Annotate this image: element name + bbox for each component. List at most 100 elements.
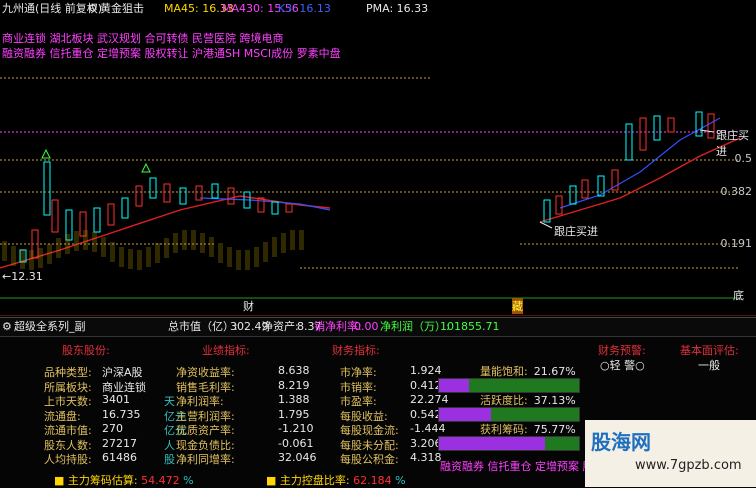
volume-shade xyxy=(290,230,295,250)
control-unit: % xyxy=(395,474,406,487)
candlestick xyxy=(179,187,187,205)
info-label: 品种类型: xyxy=(44,366,92,379)
metric-bar-fill xyxy=(439,408,491,421)
watermark: 股海网 www.7gpzb.com xyxy=(585,420,756,487)
info-label: 市净率: xyxy=(340,366,377,379)
volume-shade xyxy=(173,233,178,253)
volume-shade xyxy=(20,249,25,269)
volume-shade xyxy=(182,230,187,250)
info-value: 270 xyxy=(102,422,123,435)
info-label: 销售毛利率: xyxy=(176,380,235,394)
info-value: 1.924 xyxy=(410,364,442,377)
info-label: 上市天数: xyxy=(44,395,92,408)
control-value: 62.184 xyxy=(353,474,392,487)
volume-shade xyxy=(155,243,160,263)
info-label: 股东人数: xyxy=(44,438,92,452)
info-label: 流通盘: xyxy=(44,409,81,423)
bottom-marker[interactable]: 藏 xyxy=(512,298,523,314)
control-row: ■ 主力控盘比率: 62.184 % xyxy=(266,472,406,488)
chip-est-row: ■ 主力筹码估算: 54.472 % xyxy=(54,472,194,488)
volume-shade xyxy=(218,243,223,263)
volume-shade xyxy=(74,231,79,251)
bullet-icon: ■ xyxy=(54,474,65,487)
info-row: 每股公积金: 4.318 xyxy=(340,451,442,467)
candlestick xyxy=(135,185,143,207)
chart-title-bar: 九州通(日线 前复权) ⚙ 黄金狙击 MA45: 16.33 MA430: 15… xyxy=(0,0,756,18)
info-label: 每股未分配: xyxy=(340,438,399,452)
col4-title: 财务预警: xyxy=(598,344,646,357)
col5-title: 基本面评估: xyxy=(680,344,739,357)
candlestick xyxy=(43,161,51,216)
volume-shade xyxy=(128,249,133,269)
info-label: 所属板块: xyxy=(44,380,92,394)
fib-0-191: 0.191 xyxy=(720,237,753,250)
pma-value: PMA: 16.33 xyxy=(366,2,429,15)
metric-bar-rest xyxy=(491,408,579,421)
candlestick xyxy=(653,115,661,141)
info-value: -1.210 xyxy=(278,422,314,435)
info-value: 1.388 xyxy=(278,393,310,406)
info-label: 净资收益率: xyxy=(176,366,235,379)
info-value: -1.444 xyxy=(410,422,446,435)
metric-label: 量能饱和: xyxy=(480,365,528,378)
ma-line-red-right xyxy=(539,137,741,223)
volume-shade xyxy=(2,241,7,261)
eval-value: 一般 xyxy=(698,359,720,372)
volume-shade xyxy=(47,244,52,264)
indicator-name[interactable]: 黄金狙击 xyxy=(100,0,144,18)
info-value: 3.206 xyxy=(410,436,442,450)
candlestick xyxy=(211,183,219,199)
candlestick xyxy=(569,185,577,205)
volume-shade xyxy=(146,247,151,267)
settings-icon[interactable]: ⚙ xyxy=(88,0,98,18)
volume-shade xyxy=(110,242,115,262)
info-value: -0.061 xyxy=(278,436,314,450)
volume-shade xyxy=(56,238,61,258)
buy-signal-icon xyxy=(41,148,51,159)
metric-label: 获利筹码: xyxy=(480,423,528,436)
control-label: 主力控盘比率: xyxy=(279,474,350,487)
info-value: 8.638 xyxy=(278,364,310,377)
candlestick xyxy=(667,117,675,133)
metric-value: 75.77% xyxy=(533,423,576,436)
info-unit: 股 xyxy=(164,453,175,466)
info-value: 61486 xyxy=(102,451,137,464)
info-value: 27217 xyxy=(102,436,137,450)
info-label: 流通市值: xyxy=(44,424,92,437)
volume-shade xyxy=(191,230,196,250)
volume-shade xyxy=(11,246,16,266)
info-label: 现金负债比: xyxy=(176,438,235,452)
profit-rate-value: 0.00 xyxy=(354,320,379,333)
candlestick xyxy=(227,187,235,205)
info-label: 人均持股: xyxy=(44,453,92,466)
metric-bar-fill xyxy=(439,437,545,450)
volume-shade xyxy=(83,230,88,250)
volume-shade xyxy=(29,250,34,270)
candlestick xyxy=(555,195,563,215)
info-value: 8.219 xyxy=(278,378,310,392)
volume-shade xyxy=(299,230,304,250)
info-value: 16.735 xyxy=(102,407,141,421)
ma-extra-value: K3: 16.13 xyxy=(278,2,331,15)
metric-bar-fill xyxy=(439,379,469,392)
info-label: 每股现金流: xyxy=(340,424,399,437)
info-value: 3401 xyxy=(102,393,130,406)
candlestick xyxy=(93,207,101,233)
volume-shade xyxy=(200,233,205,253)
col2-title: 业绩指标: xyxy=(202,344,250,357)
sub-indicator-name[interactable]: 超级全系列_副 xyxy=(14,318,86,336)
candlestick xyxy=(121,197,129,219)
metric-bar-label: 获利筹码: 75.77% xyxy=(480,421,576,437)
info-value: 0.542 xyxy=(410,407,442,421)
low-price-label: ←12.31 xyxy=(2,270,43,283)
chip-est-unit: % xyxy=(183,474,194,487)
info-value: 4.318 xyxy=(410,451,442,464)
info-label: 净利同增率: xyxy=(176,453,235,466)
finance-marker[interactable]: 财 xyxy=(243,298,254,314)
sub-settings-icon[interactable]: ⚙ xyxy=(2,318,12,336)
col3-title: 财务指标: xyxy=(332,344,380,357)
volume-shade xyxy=(245,250,250,270)
metric-bar-rest xyxy=(545,437,579,450)
chip-est-value: 54.472 xyxy=(141,474,180,487)
volume-shade xyxy=(281,233,286,253)
